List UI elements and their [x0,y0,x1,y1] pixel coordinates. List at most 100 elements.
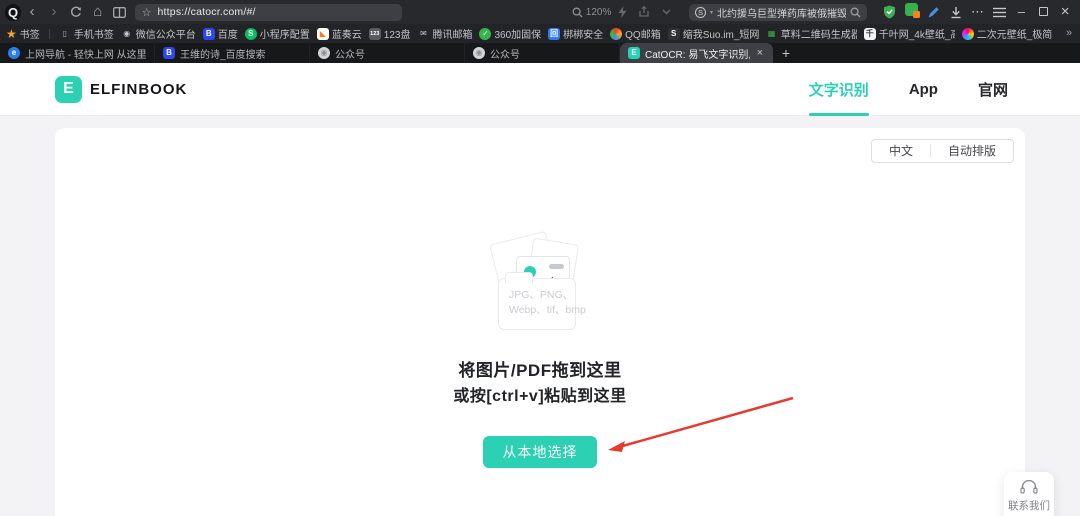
tab-title: 公众号 [490,49,520,61]
site-nav: 文字识别 App 官网 [808,79,1008,116]
tab-title: CatOCR: 易飞文字识别, 免费在线图 [645,49,750,61]
bookmark-item[interactable]: ◉ 微信公众平台 [121,26,196,42]
site-nav-link[interactable]: 文字识别 [808,79,869,116]
bookmark-item[interactable]: ▯ 手机书签 [59,26,114,42]
bookmark-item[interactable]: ◣ 蓝奏云 [316,26,362,41]
reading-list-icon[interactable] [109,6,131,18]
close-button[interactable]: × [1054,0,1076,24]
download-icon[interactable] [945,6,967,19]
zoom-control[interactable]: 120% [572,7,611,18]
brand-name: ELFINBOOK [90,80,188,98]
tab-close-icon[interactable]: × [755,47,765,59]
collect-new-icon[interactable] [901,0,923,24]
bookmark-item[interactable]: 千 千叶网_4k壁纸_高 [863,26,955,41]
elfinbook-logo[interactable]: E ELFINBOOK [55,75,188,103]
bookmarks-root[interactable]: ★ 书签 [6,26,40,42]
maximize-button[interactable] [1032,0,1054,24]
bookmark-icon: ▦ [767,28,776,38]
menu-icon[interactable] [988,7,1010,18]
more-options-icon[interactable]: ⋯ [967,0,989,24]
pen-tool-icon[interactable] [923,6,945,19]
address-bar[interactable]: ☆ https://catocr.com/#/ [134,3,402,21]
reload-icon[interactable] [65,6,87,18]
bookmark-icon [961,27,974,40]
browser-tab[interactable]: ◉ 公众号 [465,43,620,63]
bookmark-label: 二次元壁纸_极简 [976,30,1053,41]
upload-dropzone-card[interactable]: 中文 自动排版 JPG、PNG、 Webp、tif、bmp 将图片/PDF拖到这… [55,128,1025,516]
headset-icon [1020,480,1038,494]
bookmark-icon: ◉ [123,28,131,38]
tab-favicon: B [163,47,175,59]
formats-line2: Webp、tif、bmp [509,304,586,316]
drop-instruction-subtitle: 或按[ctrl+v]粘贴到这里 [453,388,627,405]
flash-icon[interactable] [611,6,633,18]
bookmark-label: 腾讯邮箱 [432,30,473,41]
upload-illustration: JPG、PNG、 Webp、tif、bmp [489,230,590,331]
url-text: https://catocr.com/#/ [157,6,256,18]
bookmark-icon: 千 [863,27,876,40]
bookmark-item[interactable]: 123 123盘 [368,26,411,41]
minimize-button[interactable]: – [1010,0,1032,24]
bookmark-icon: B [202,27,215,40]
chevron-down-icon[interactable] [655,9,677,15]
site-nav-link[interactable]: App [909,81,938,98]
browser-titlebar: Q ‹ › ⌂ ☆ https://catocr.com/#/ 120% S ▾ [0,0,1080,24]
search-icon[interactable] [850,7,861,18]
bookmark-item[interactable]: ▦ 草料二维码生成器 [766,26,857,42]
hotword-text[interactable]: 北约援乌巨型弹药库被俄摧毁 [717,5,846,20]
search-hotword-box[interactable]: S ▾ 北约援乌巨型弹药库被俄摧毁 [689,3,868,21]
bookmark-label: 千叶网_4k壁纸_高 [878,30,955,41]
back-button[interactable]: ‹ [21,0,43,24]
language-toggle-chinese[interactable]: 中文 [872,140,930,162]
bookmark-label: 微信公众平台 [135,30,196,41]
folder-icon: JPG、PNG、 Webp、tif、bmp [498,272,586,330]
browser-tab[interactable]: ◉ 公众号 [310,43,465,63]
bookmark-label: 123盘 [383,30,411,41]
bookmark-icon: 回 [548,27,561,40]
bookmark-item[interactable]: ✉ 腾讯邮箱 [417,26,473,42]
tab-favicon: e [8,47,20,59]
forward-button[interactable]: › [43,0,65,24]
bookmark-item[interactable]: 二次元壁纸_极简 [961,26,1053,41]
contact-us-label: 联系我们 [1008,500,1050,512]
bookmarks-divider [48,28,50,39]
bookmark-label: 梆梆安全 [563,30,604,41]
bookmark-label: 蓝奏云 [331,30,362,41]
browser-tab[interactable]: E CatOCR: 易飞文字识别, 免费在线图 × [620,43,773,63]
browser-tab[interactable]: B 王维的诗_百度搜索 [155,43,310,63]
tab-title: 公众号 [335,49,365,61]
select-local-file-button[interactable]: 从本地选择 [483,436,597,468]
bookmark-item[interactable]: S 小程序配置 [244,26,310,41]
bookmark-item[interactable]: 回 梆梆安全 [548,26,603,41]
bookmark-label: 百度 [217,30,238,41]
bookmark-item[interactable]: S 缩我Suo.im_短网 [667,26,759,41]
formats-line1: JPG、PNG、 [509,289,574,301]
safety-shield-icon[interactable] [879,5,901,19]
site-header: E ELFINBOOK 文字识别 App 官网 [0,63,1080,116]
bookmark-item[interactable]: ✓ 360加固保 [479,26,541,41]
cloud-icon [549,264,564,269]
home-button[interactable]: ⌂ [87,0,109,24]
favorite-star-icon[interactable]: ☆ [142,6,152,19]
new-tab-button[interactable]: + [773,43,799,63]
bookmark-label: 手机书签 [73,30,114,41]
bookmark-item[interactable]: B 百度 [202,26,238,41]
browser-tab[interactable]: e 上网导航 - 轻快上网 从这里开始 [0,43,155,63]
bookmarks-bar: ★ 书签 ▯ 手机书签 ◉ 微信公众平台 B 百度 S 小程序配置 ◣ 蓝奏云 … [0,24,1080,43]
bookmark-icon: ◣ [316,27,329,40]
bookmark-icon: ✓ [479,27,492,40]
bookmark-icon: S [667,27,680,40]
contact-us-widget[interactable]: 联系我们 [1004,472,1054,516]
bookmark-item[interactable]: QQ邮箱 [610,26,661,41]
site-nav-link[interactable]: 官网 [978,79,1008,100]
bookmarks-root-label: 书签 [19,30,40,41]
auto-layout-toggle[interactable]: 自动排版 [931,140,1013,162]
bookmarks-overflow-icon[interactable]: » [1058,24,1080,43]
bookmark-label: 小程序配置 [259,30,310,41]
tabs-bar: e 上网导航 - 轻快上网 从这里开始 B 王维的诗_百度搜索 ◉ 公众号 [0,43,1080,63]
quark-logo-icon[interactable]: Q [5,3,22,21]
tab-title: 上网导航 - 轻快上网 从这里开始 [25,49,146,61]
search-engine-icon[interactable]: S [695,6,707,18]
browser-window: Q ‹ › ⌂ ☆ https://catocr.com/#/ 120% S ▾ [0,0,1080,516]
share-icon[interactable] [633,6,655,18]
